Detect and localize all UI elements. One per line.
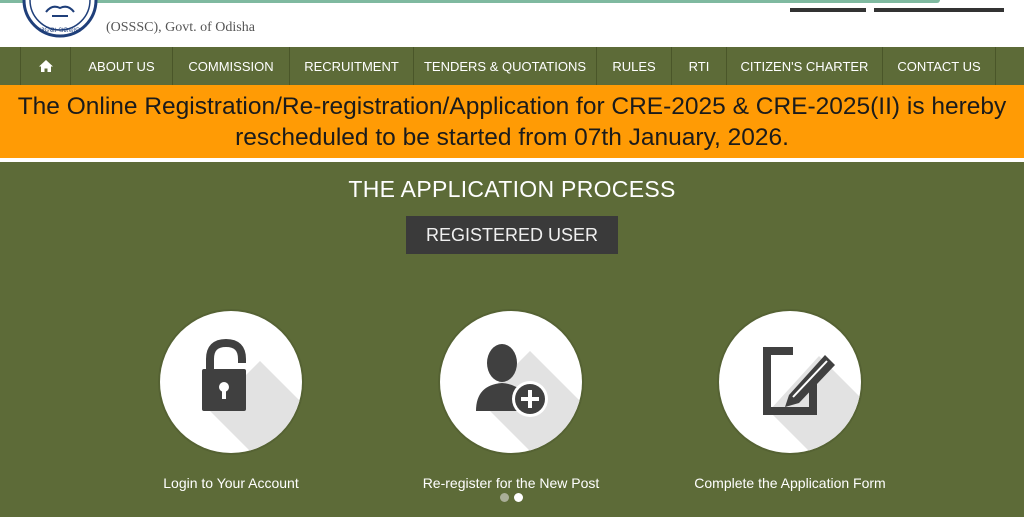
add-user-icon [476, 344, 548, 417]
step-circle[interactable] [719, 311, 861, 453]
nav-about-us[interactable]: ABOUT US [71, 47, 173, 85]
registered-user-button[interactable]: REGISTERED USER [406, 216, 618, 254]
step-reregister[interactable]: Re-register for the New Post [401, 311, 621, 491]
nav-rti[interactable]: RTI [672, 47, 727, 85]
step-label[interactable]: Re-register for the New Post [401, 475, 621, 491]
main-navigation: ABOUT US COMMISSION RECRUITMENT TENDERS … [0, 47, 1024, 85]
carousel-dot-1[interactable] [500, 493, 509, 502]
home-icon [38, 60, 53, 72]
application-process-section: THE APPLICATION PROCESS REGISTERED USER … [0, 162, 1024, 517]
step-application-form[interactable]: Complete the Application Form [680, 311, 900, 491]
step-label[interactable]: Login to Your Account [121, 475, 341, 491]
org-name: (OSSSC), Govt. of Odisha [106, 20, 255, 35]
nav-commission[interactable]: COMMISSION [173, 47, 290, 85]
step-circle[interactable] [160, 311, 302, 453]
announcement-text[interactable]: The Online Registration/Re-registration/… [12, 91, 1012, 153]
nav-contact-us[interactable]: CONTACT US [883, 47, 996, 85]
nav-home[interactable] [21, 47, 71, 85]
nav-rules[interactable]: RULES [597, 47, 672, 85]
edit-form-icon [763, 347, 835, 415]
site-header: ଓଡ଼ିଶା ସରକାର (OSSSC), Govt. of Odisha [0, 0, 1024, 47]
section-title: THE APPLICATION PROCESS [348, 176, 676, 202]
announcement-banner: The Online Registration/Re-registration/… [0, 85, 1024, 162]
svg-text:ଓଡ଼ିଶା ସରକାର: ଓଡ଼ିଶା ସରକାର [40, 26, 82, 34]
header-decor-bar [790, 8, 866, 12]
header-top-line [0, 0, 940, 3]
step-label[interactable]: Complete the Application Form [680, 475, 900, 491]
step-login[interactable]: Login to Your Account [121, 311, 341, 491]
carousel-dot-2[interactable] [514, 493, 523, 502]
header-decor-bar [874, 8, 1004, 12]
nav-recruitment[interactable]: RECRUITMENT [290, 47, 414, 85]
carousel-pagination [500, 493, 523, 502]
nav-citizens-charter[interactable]: CITIZEN'S CHARTER [727, 47, 883, 85]
lock-icon [202, 338, 246, 411]
nav-tenders-quotations[interactable]: TENDERS & QUOTATIONS [414, 47, 597, 85]
step-circle[interactable] [440, 311, 582, 453]
odisha-emblem-logo[interactable]: ଓଡ଼ିଶା ସରକାର [22, 0, 98, 42]
